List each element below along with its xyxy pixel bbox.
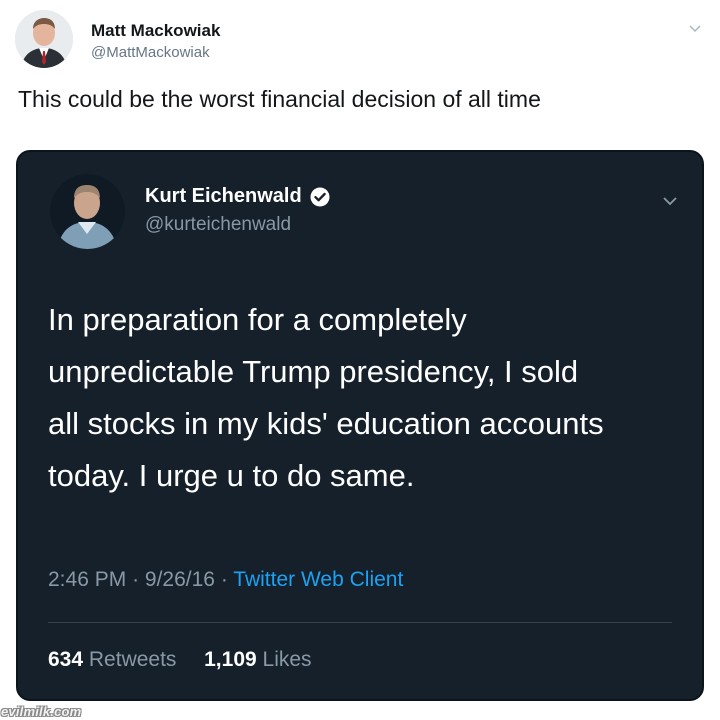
avatar[interactable] [15,10,73,68]
likes-count: 1,109 [204,648,257,671]
tweet-text-line: all stocks in my kids' education account… [48,406,604,441]
chevron-down-icon[interactable] [662,194,678,206]
likes-label: Likes [262,648,312,671]
retweets-count: 634 [48,648,84,671]
chevron-down-icon[interactable] [689,21,701,33]
tweet-date[interactable]: 9/26/16 [145,568,215,591]
retweets-stat[interactable]: 634 Retweets [48,648,182,671]
tweet-text-line: today. I urge u to do same. [48,458,415,493]
verified-icon [310,187,330,207]
watermark: evilmilk.com [1,704,82,719]
likes-stat[interactable]: 1,109 Likes [204,648,311,671]
meta-separator: · [132,568,140,591]
author-name[interactable]: Matt Mackowiak [91,21,220,41]
quoted-tweet-card[interactable]: Kurt Eichenwald @kurteichenwald In prepa… [16,150,704,701]
retweets-label: Retweets [88,648,177,671]
tweet-source-link[interactable]: Twitter Web Client [233,568,403,591]
tweet-text-line: unpredictable Trump presidency, I sold [48,354,579,389]
tweet-text-line: In preparation for a completely [48,302,467,337]
author-handle[interactable]: @MattMackowiak [91,44,210,61]
avatar-portrait [50,174,125,249]
outer-tweet-header: Matt Mackowiak @MattMackowiak [15,7,705,71]
tweet-time[interactable]: 2:46 PM [48,568,126,591]
avatar-portrait [15,10,73,68]
tweet-stats: 634 Retweets 1,109 Likes [48,648,312,672]
tweet-meta: 2:46 PM · 9/26/16 · Twitter Web Client [48,568,403,592]
quoted-author-name[interactable]: Kurt Eichenwald [145,185,302,208]
meta-separator: · [220,568,228,591]
avatar[interactable] [50,174,125,249]
quoted-author-handle[interactable]: @kurteichenwald [145,214,291,236]
divider [48,622,672,623]
quoted-tweet-text: In preparation for a completely unpredic… [48,294,688,502]
tweet-text: This could be the worst financial decisi… [18,86,541,112]
quoted-author-name-row[interactable]: Kurt Eichenwald [145,185,330,208]
